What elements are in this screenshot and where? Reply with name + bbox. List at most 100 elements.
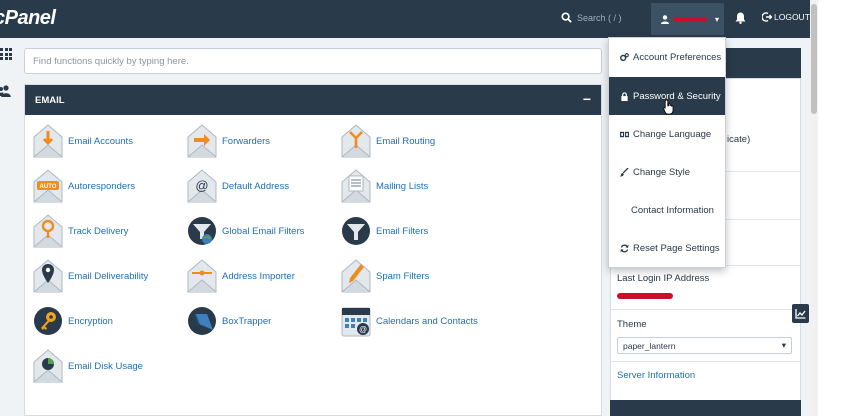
forwarders-label: Forwarders [222, 135, 271, 147]
default-address-label: Default Address [222, 180, 290, 192]
email-disk-usage-link[interactable]: Email Disk Usage [33, 349, 143, 383]
collapse-toggle[interactable]: − [583, 92, 591, 106]
quick-search-placeholder: Find functions quickly by typing here. [33, 55, 189, 67]
boxtrapper-link[interactable]: BoxTrapper [187, 304, 271, 338]
logout-icon [762, 12, 772, 22]
menu-change-style[interactable]: Change Style [609, 153, 725, 191]
boxtrapper-label: BoxTrapper [222, 315, 272, 327]
email-disk-usage-label: Email Disk Usage [68, 360, 143, 372]
svg-text:@: @ [195, 178, 208, 193]
chevron-down-icon: ▾ [715, 14, 720, 24]
email-filters-link[interactable]: Email Filters [341, 214, 428, 248]
header-search[interactable]: Search ( / ) [561, 12, 622, 23]
svg-text:@: @ [359, 325, 367, 334]
email-routing-label: Email Routing [376, 135, 436, 147]
next-panel-header [610, 400, 801, 416]
global-email-filters-link[interactable]: Global Email Filters [187, 214, 304, 248]
menu-contact-information[interactable]: Contact Information [609, 191, 725, 229]
spam-filters-icon [341, 259, 371, 293]
track-delivery-label: Track Delivery [68, 225, 129, 237]
track-delivery-icon [33, 214, 63, 248]
email-routing-link[interactable]: Email Routing [341, 124, 435, 158]
autoresponders-link[interactable]: AUTO Autoresponders [33, 169, 135, 203]
address-importer-icon [187, 259, 217, 293]
autoresponders-label: Autoresponders [68, 180, 136, 192]
top-bar: cPanel Search ( / ) ▾ LOGOUT [0, 0, 810, 38]
header-search-label: Search ( / ) [577, 12, 622, 23]
address-importer-link[interactable]: Address Importer [187, 259, 295, 293]
forwarders-icon [187, 124, 217, 158]
default-address-link[interactable]: @ Default Address [187, 169, 289, 203]
email-panel: EMAIL − Email Accounts Forwarders Email … [24, 84, 602, 416]
brush-icon [620, 167, 629, 177]
email-accounts-icon [33, 124, 63, 158]
calendars-contacts-icon: @ [341, 307, 371, 337]
last-login-label: Last Login IP Address [617, 273, 710, 284]
email-deliverability-label: Email Deliverability [68, 270, 149, 282]
server-information-link[interactable]: Server Information [617, 370, 695, 381]
email-filters-label: Email Filters [376, 225, 429, 237]
email-panel-title: EMAIL [35, 94, 65, 106]
default-address-icon: @ [187, 169, 217, 203]
menu-change-language[interactable]: Change Language [609, 115, 725, 153]
divider [611, 361, 800, 362]
email-panel-header[interactable]: EMAIL − [25, 85, 601, 115]
menu-label: Change Language [633, 128, 712, 140]
bell-icon[interactable] [735, 12, 746, 24]
encryption-label: Encryption [68, 315, 113, 327]
calendars-contacts-label: Calendars and Contacts [376, 315, 478, 327]
theme-select-value: paper_lantern [623, 340, 676, 351]
cpanel-logo[interactable]: cPanel [0, 7, 56, 30]
spam-filters-link[interactable]: Spam Filters [341, 259, 429, 293]
encryption-link[interactable]: Encryption [33, 304, 113, 338]
logout-button[interactable]: LOGOUT [762, 12, 810, 22]
boxtrapper-icon [188, 307, 216, 335]
email-deliverability-icon [33, 259, 63, 293]
refresh-icon [620, 244, 629, 252]
track-delivery-link[interactable]: Track Delivery [33, 214, 128, 248]
users-icon[interactable] [0, 84, 12, 98]
forwarders-link[interactable]: Forwarders [187, 124, 270, 158]
scrollbar-thumb[interactable] [811, 4, 817, 114]
mailing-lists-label: Mailing Lists [376, 180, 429, 192]
cpanel-page: cPanel Search ( / ) ▾ LOGOUT Find functi… [0, 0, 818, 416]
user-dropdown-menu: Account Preferences Password & Security … [608, 37, 726, 268]
quick-search-input[interactable]: Find functions quickly by typing here. [24, 48, 602, 74]
redacted-username [673, 16, 707, 22]
mailing-lists-link[interactable]: Mailing Lists [341, 169, 428, 203]
menu-label: Reset Page Settings [633, 242, 720, 254]
lock-icon [621, 91, 628, 101]
line-chart-icon [795, 308, 806, 319]
svg-text:AUTO: AUTO [40, 184, 57, 190]
search-icon [561, 12, 572, 23]
autoresponders-icon: AUTO [33, 169, 63, 203]
global-email-filters-icon [188, 217, 216, 245]
stats-toggle-button[interactable] [792, 304, 809, 323]
menu-account-preferences[interactable]: Account Preferences [609, 38, 725, 76]
encryption-icon [34, 307, 62, 335]
language-icon [620, 131, 629, 137]
email-accounts-label: Email Accounts [68, 135, 133, 147]
user-menu-button[interactable]: ▾ [651, 3, 724, 35]
menu-password-security[interactable]: Password & Security [609, 77, 725, 115]
home-grid-icon[interactable] [0, 48, 12, 60]
email-routing-icon [341, 124, 371, 158]
spam-filters-label: Spam Filters [376, 270, 430, 282]
calendars-contacts-link[interactable]: @ Calendars and Contacts [341, 304, 478, 338]
email-deliverability-link[interactable]: Email Deliverability [33, 259, 148, 293]
email-accounts-link[interactable]: Email Accounts [33, 124, 133, 158]
gears-icon [620, 52, 629, 61]
email-disk-usage-icon [33, 349, 63, 383]
menu-reset-page-settings[interactable]: Reset Page Settings [609, 229, 725, 267]
address-importer-label: Address Importer [222, 270, 295, 282]
redacted-ip-address [617, 293, 673, 299]
outer-frame-margin [818, 0, 845, 416]
menu-label: Change Style [633, 166, 691, 178]
user-icon [661, 14, 669, 24]
partial-info-text: icate) [727, 134, 751, 145]
mailing-lists-icon [341, 169, 371, 203]
theme-select[interactable]: paper_lantern ▾ [617, 337, 792, 354]
menu-label: Account Preferences [633, 51, 722, 63]
theme-label: Theme [617, 319, 647, 330]
logout-label: LOGOUT [774, 12, 810, 22]
